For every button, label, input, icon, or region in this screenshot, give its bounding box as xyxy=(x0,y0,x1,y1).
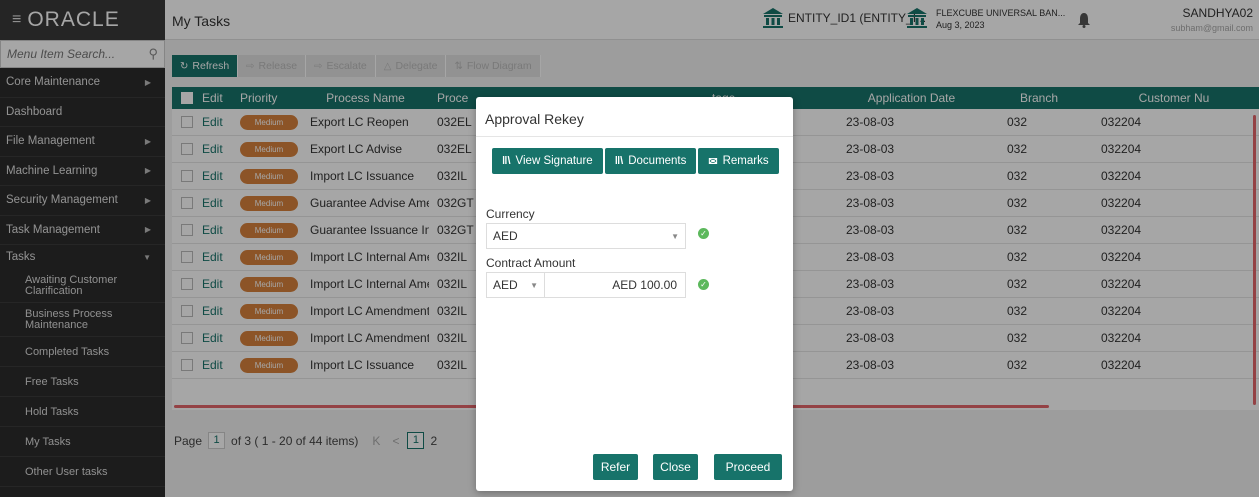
proceed-button[interactable]: Proceed xyxy=(714,454,782,480)
refer-button[interactable]: Refer xyxy=(593,454,638,480)
library-icon: ‖\ xyxy=(502,155,511,167)
dialog-actions: ‖\ View Signature ‖\ Documents ✉ Remarks xyxy=(492,148,781,174)
close-button[interactable]: Close xyxy=(653,454,698,480)
currency-select[interactable]: AED ▼ xyxy=(486,223,686,249)
comments-icon: ✉ xyxy=(708,155,718,168)
view-signature-button[interactable]: ‖\ View Signature xyxy=(492,148,603,174)
check-circle-icon: ✓ xyxy=(698,228,709,239)
check-circle-icon: ✓ xyxy=(698,279,709,290)
contract-amount-field: AED ▼ AED 100.00 xyxy=(486,272,686,298)
currency-value: AED xyxy=(493,229,518,243)
contract-amount-label: Contract Amount xyxy=(486,256,576,270)
currency-label: Currency xyxy=(486,207,535,221)
amount-input[interactable]: AED 100.00 xyxy=(545,278,685,292)
dialog-title: Approval Rekey xyxy=(476,97,793,137)
caret-down-icon: ▼ xyxy=(530,280,538,290)
library-icon: ‖\ xyxy=(614,155,624,167)
caret-down-icon: ▼ xyxy=(671,231,679,241)
remarks-button[interactable]: ✉ Remarks xyxy=(698,148,779,174)
documents-button[interactable]: ‖\ Documents xyxy=(604,148,697,174)
amount-currency-select[interactable]: AED ▼ xyxy=(487,273,545,297)
approval-rekey-dialog: Approval Rekey ‖\ View Signature ‖\ Docume… xyxy=(476,97,793,491)
